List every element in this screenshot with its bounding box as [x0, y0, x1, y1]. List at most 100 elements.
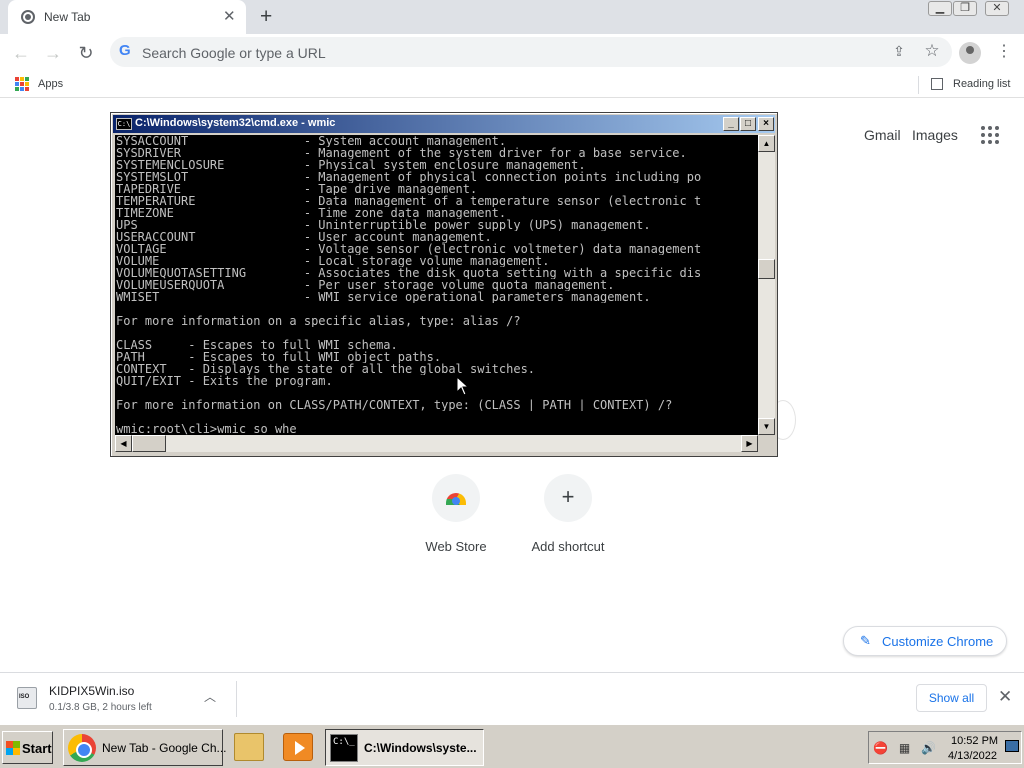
console-line: QUIT/EXIT - Exits the program. [116, 375, 333, 387]
restore-button[interactable]: ❐ [953, 1, 977, 16]
mouse-cursor-icon [456, 376, 469, 396]
console-line: wmic:root\cli>wmic so whe [116, 423, 297, 435]
console-line: VOLUMEUSERQUOTA - Per user storage volum… [116, 279, 615, 291]
reading-list-link[interactable]: Reading list [953, 78, 1010, 90]
console-line: VOLTAGE - Voltage sensor (electronic vol… [116, 243, 702, 255]
console-line: CLASS - Escapes to full WMI schema. [116, 339, 398, 351]
tab-strip: New Tab ✕ + ▁ ❐ ✕ [0, 0, 1024, 34]
volume-icon[interactable]: 🔊 [921, 741, 936, 755]
console-line: VOLUMEQUOTASETTING - Associates the disk… [116, 267, 702, 279]
shortcut-add-label[interactable]: Add shortcut [518, 539, 618, 554]
apps-link[interactable]: Apps [38, 78, 63, 90]
start-label: Start [22, 741, 52, 756]
cmd-titlebar[interactable]: C:\ C:\Windows\system32\cmd.exe - wmic _… [113, 115, 775, 133]
console-line: WMISET - WMI service operational paramet… [116, 291, 651, 303]
minimize-button[interactable]: ▁ [928, 1, 952, 16]
taskbar: Start New Tab - Google Ch... C:\_ C:\Win… [0, 724, 1024, 768]
customize-chrome-button[interactable]: ✎ Customize Chrome [843, 626, 1007, 656]
scroll-down-arrow[interactable]: ▼ [758, 418, 775, 435]
clock-date[interactable]: 4/13/2022 [948, 750, 997, 762]
console-line: TAPEDRIVE - Tape drive management. [116, 183, 478, 195]
cmd-title: C:\Windows\system32\cmd.exe - wmic [135, 117, 336, 129]
console-line: VOLUME - Local storage volume management… [116, 255, 550, 267]
console-line: SYSACCOUNT - System account management. [116, 135, 507, 147]
vertical-scroll-thumb[interactable] [758, 259, 775, 279]
close-window-button[interactable]: ✕ [985, 1, 1009, 16]
cmd-minimize-button[interactable]: _ [723, 117, 739, 131]
images-link[interactable]: Images [912, 127, 958, 143]
windows-flag-icon [6, 741, 20, 755]
tab-new-tab[interactable]: New Tab ✕ [8, 0, 246, 34]
horizontal-scroll-thumb[interactable] [132, 435, 166, 452]
reading-list-icon[interactable] [931, 78, 943, 90]
shortcut-web-store-label[interactable]: Web Store [416, 539, 496, 554]
omnibox[interactable]: G Search Google or type a URL ⇪ ☆ [110, 37, 952, 67]
pencil-icon: ✎ [860, 633, 871, 648]
bookmarks-bar: Apps Reading list [0, 72, 1024, 98]
apps-grid-icon[interactable] [15, 77, 29, 91]
taskbar-cmd-label: C:\Windows\syste... [364, 741, 477, 755]
show-all-button[interactable]: Show all [916, 684, 987, 712]
share-icon[interactable]: ⇪ [890, 43, 908, 61]
monitor-icon[interactable] [1005, 740, 1019, 752]
scroll-right-arrow[interactable]: ▶ [741, 435, 758, 452]
console-line: UPS - Uninterruptible power supply (UPS)… [116, 219, 651, 231]
network-icon[interactable]: ▦ [897, 741, 912, 755]
profile-avatar[interactable] [959, 42, 981, 64]
scroll-up-arrow[interactable]: ▲ [758, 135, 775, 152]
shelf-divider [236, 681, 237, 717]
start-button[interactable]: Start [2, 731, 53, 764]
console-line: For more information on a specific alias… [116, 315, 521, 327]
new-tab-button[interactable]: + [260, 5, 272, 29]
taskbar-chrome-button[interactable]: New Tab - Google Ch... [63, 729, 227, 766]
taskbar-chrome-label: New Tab - Google Ch... [102, 741, 227, 755]
bookmarks-divider [918, 76, 919, 94]
cmd-taskbar-icon: C:\_ [330, 734, 358, 762]
web-store-icon [446, 493, 466, 505]
cmd-close-button[interactable]: × [758, 117, 774, 131]
console-line: SYSTEMENCLOSURE - Physical system enclos… [116, 159, 586, 171]
plus-icon: + [561, 484, 575, 509]
console-line: SYSTEMSLOT - Management of physical conn… [116, 171, 702, 183]
scroll-left-arrow[interactable]: ◀ [115, 435, 132, 452]
close-shelf-icon[interactable]: ✕ [998, 687, 1012, 707]
cmd-maximize-button[interactable]: □ [740, 117, 756, 131]
gmail-link[interactable]: Gmail [864, 127, 901, 143]
browser-toolbar: ← → ↻ G Search Google or type a URL ⇪ ☆ … [0, 34, 1024, 72]
menu-kebab-icon[interactable]: ⋮ [996, 42, 1012, 62]
cmd-vertical-scrollbar[interactable]: ▲ ▼ [758, 135, 775, 435]
cmd-console[interactable]: SYSACCOUNT - System account management. S… [115, 135, 758, 435]
cmd-horizontal-scrollbar[interactable]: ◀ ▶ [115, 435, 758, 452]
desktop-screen: New Tab ✕ + ▁ ❐ ✕ ← → ↻ G Search Google … [0, 0, 1024, 768]
console-line: TIMEZONE - Time zone data management. [116, 207, 507, 219]
shortcut-add[interactable]: + [544, 474, 592, 522]
cmd-window[interactable]: C:\ C:\Windows\system32\cmd.exe - wmic _… [110, 112, 778, 457]
customize-chrome-label: Customize Chrome [882, 634, 994, 649]
chrome-icon [68, 734, 96, 762]
download-filename[interactable]: KIDPIX5Win.iso [49, 684, 134, 698]
chevron-up-icon[interactable]: ︿ [204, 688, 216, 705]
console-line: CONTEXT - Displays the state of all the … [116, 363, 536, 375]
taskbar-cmd-button[interactable]: C:\_ C:\Windows\syste... [325, 729, 484, 766]
system-tray: ⛔ ▦ 🔊 10:52 PM 4/13/2022 [868, 731, 1022, 764]
folder-icon[interactable] [234, 733, 264, 761]
bookmark-star-icon[interactable]: ☆ [922, 41, 942, 61]
download-status: 0.1/3.8 GB, 2 hours left [49, 702, 152, 713]
google-apps-icon[interactable] [981, 126, 999, 144]
iso-file-icon [17, 687, 37, 709]
back-button[interactable]: ← [8, 40, 34, 66]
omnibox-input[interactable]: Search Google or type a URL [142, 45, 326, 61]
console-line: PATH - Escapes to full WMI object paths. [116, 351, 442, 363]
reload-button[interactable]: ↻ [73, 40, 99, 66]
clock-time[interactable]: 10:52 PM [951, 735, 998, 747]
console-line: For more information on CLASS/PATH/CONTE… [116, 399, 673, 411]
tab-close-icon[interactable]: ✕ [223, 8, 236, 26]
forward-button[interactable]: → [40, 40, 66, 66]
security-alert-icon[interactable]: ⛔ [873, 741, 888, 755]
shortcut-web-store[interactable] [432, 474, 480, 522]
media-player-icon[interactable] [283, 733, 313, 761]
